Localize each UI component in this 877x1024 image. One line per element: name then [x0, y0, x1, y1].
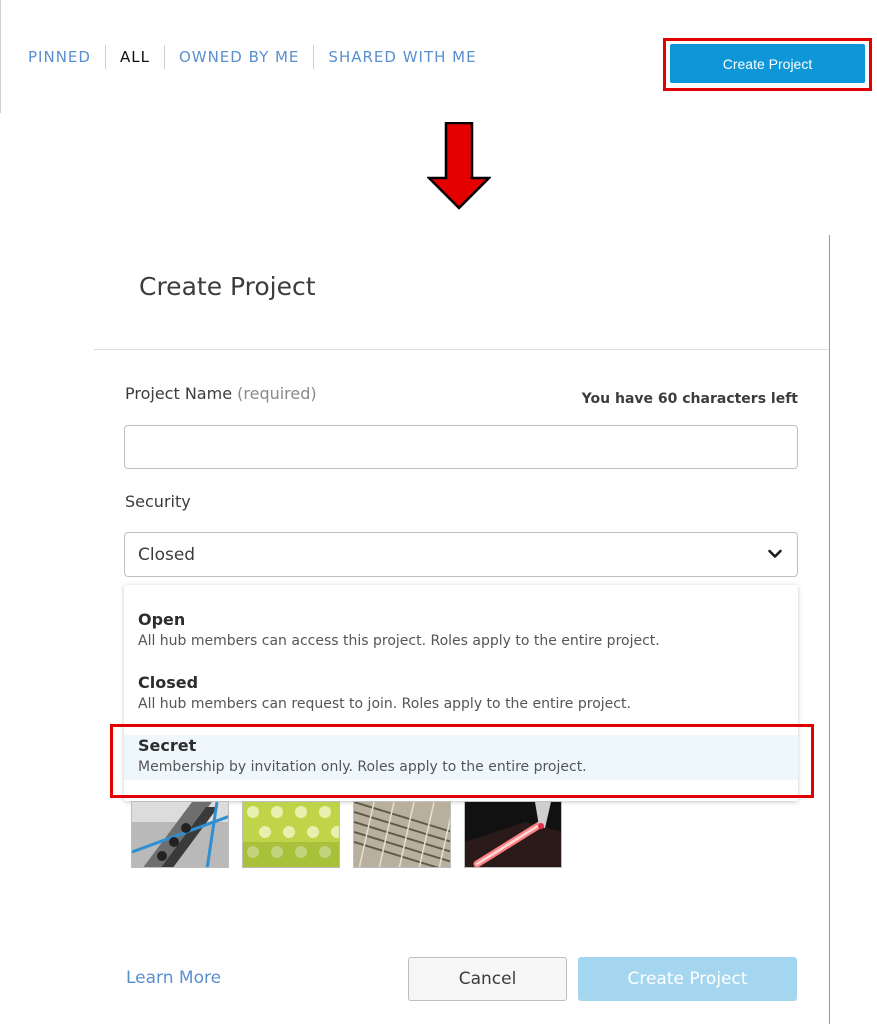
security-label: Security — [125, 492, 191, 511]
cancel-button[interactable]: Cancel — [408, 957, 567, 1001]
create-project-submit-button[interactable]: Create Project — [578, 957, 797, 1001]
project-name-input[interactable] — [124, 425, 798, 469]
project-name-label-text: Project Name — [125, 384, 233, 403]
project-image-thumbnail[interactable] — [242, 801, 340, 868]
create-project-button[interactable]: Create Project — [670, 44, 865, 83]
conveyor-image — [132, 802, 228, 867]
required-hint: (required) — [237, 384, 317, 403]
green-pattern-image — [243, 802, 339, 867]
project-image-thumbnail[interactable] — [353, 801, 451, 868]
chevron-down-icon — [768, 549, 782, 558]
option-description: All hub members can request to join. Rol… — [138, 696, 631, 712]
security-selected-value: Closed — [138, 544, 196, 565]
tab-owned-by-me[interactable]: OWNED BY ME — [165, 44, 313, 70]
panel-edge — [0, 0, 1, 113]
tab-pinned[interactable]: PINNED — [28, 44, 105, 70]
dialog-title: Create Project — [139, 272, 316, 301]
security-option-open[interactable]: Open All hub members can access this pro… — [124, 610, 798, 664]
option-description: All hub members can access this project.… — [138, 633, 660, 649]
secret-option-highlight — [110, 724, 814, 798]
laser-image — [465, 802, 561, 867]
wire-mesh-image — [354, 802, 450, 867]
project-image-picker — [131, 801, 562, 868]
dialog-edge — [829, 235, 830, 1024]
tab-all[interactable]: ALL — [106, 44, 164, 70]
tab-shared-with-me[interactable]: SHARED WITH ME — [314, 44, 490, 70]
arrow-down-icon — [427, 122, 491, 210]
option-title: Open — [138, 610, 186, 629]
learn-more-link[interactable]: Learn More — [126, 968, 221, 988]
project-image-thumbnail[interactable] — [131, 801, 229, 868]
characters-left-counter: You have 60 characters left — [581, 391, 798, 407]
security-option-closed[interactable]: Closed All hub members can request to jo… — [124, 673, 798, 727]
project-filter-tabs: PINNED ALL OWNED BY ME SHARED WITH ME — [28, 44, 491, 70]
project-image-thumbnail[interactable] — [464, 801, 562, 868]
dialog-divider — [94, 349, 829, 350]
security-select[interactable]: Closed — [124, 532, 798, 577]
project-name-label: Project Name (required) — [125, 384, 317, 403]
option-title: Closed — [138, 673, 199, 692]
